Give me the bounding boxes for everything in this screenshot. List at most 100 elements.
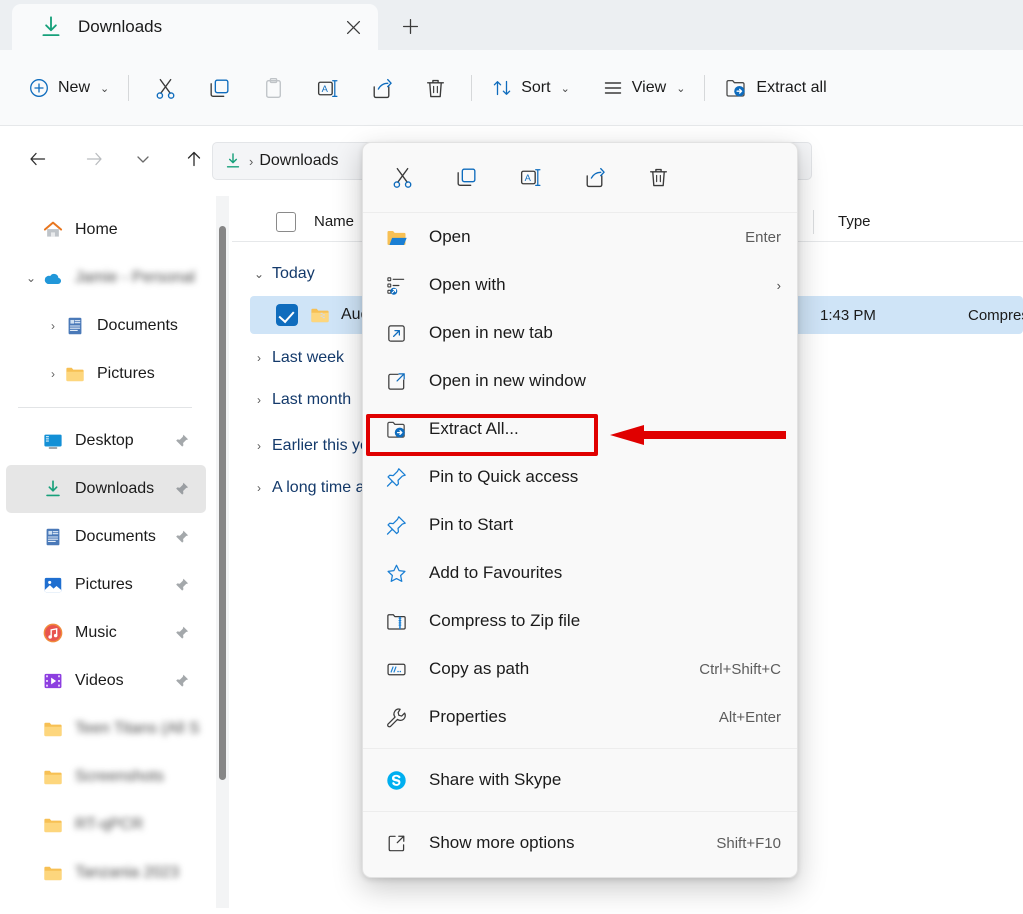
file-type: Compressed (zipped) Folder bbox=[968, 307, 1023, 324]
sidebar-item-label: Pictures bbox=[97, 365, 155, 383]
pictures-icon bbox=[42, 574, 64, 596]
up-button[interactable] bbox=[174, 139, 214, 179]
menu-item-label: Open in new tab bbox=[429, 323, 781, 343]
command-bar: New ⌄ A bbox=[0, 50, 1023, 126]
menu-item-label: Open in new window bbox=[429, 371, 781, 391]
folder-icon bbox=[64, 363, 86, 385]
rename-icon[interactable]: A bbox=[511, 159, 549, 197]
copy-button[interactable] bbox=[192, 66, 246, 110]
menu-item-properties[interactable]: Properties Alt+Enter bbox=[363, 693, 797, 741]
view-button[interactable]: View ⌄ bbox=[592, 66, 696, 110]
menu-item-share-with-skype[interactable]: Share with Skype bbox=[363, 756, 797, 804]
sidebar-item-documents[interactable]: Documents bbox=[6, 513, 206, 561]
menu-item-open-in-new-tab[interactable]: Open in new tab bbox=[363, 309, 797, 357]
row-checkbox[interactable] bbox=[276, 304, 298, 326]
menu-item-open-in-new-window[interactable]: Open in new window bbox=[363, 357, 797, 405]
menu-item-compress-to-zip[interactable]: Compress to Zip file bbox=[363, 597, 797, 645]
menu-item-label: Open bbox=[429, 227, 745, 247]
sidebar-item-folder-2[interactable]: Screenshots bbox=[6, 753, 206, 801]
chevron-right-icon: › bbox=[246, 351, 272, 365]
sidebar-item-downloads[interactable]: Downloads bbox=[6, 465, 206, 513]
breadcrumb-separator: › bbox=[249, 154, 253, 169]
chevron-right-icon: › bbox=[246, 393, 272, 407]
column-label: Type bbox=[838, 213, 871, 230]
folder-open-icon bbox=[383, 224, 409, 250]
sidebar-item-label: Home bbox=[75, 221, 118, 239]
sidebar-item-label: Tanzania 2023 bbox=[75, 864, 179, 882]
cut-icon[interactable] bbox=[383, 159, 421, 197]
group-label: Last month bbox=[272, 391, 351, 409]
share-icon[interactable] bbox=[575, 159, 613, 197]
sidebar-item-onedrive-documents[interactable]: › Documents bbox=[6, 302, 206, 350]
back-button[interactable] bbox=[18, 139, 58, 179]
select-all-checkbox[interactable] bbox=[276, 212, 296, 232]
sidebar-item-label: Music bbox=[75, 624, 117, 642]
share-button[interactable] bbox=[354, 66, 408, 110]
sidebar-item-desktop[interactable]: Desktop bbox=[6, 417, 206, 465]
menu-item-accelerator: Shift+F10 bbox=[716, 835, 781, 852]
group-label: Today bbox=[272, 265, 315, 283]
menu-item-open-with[interactable]: Open with › bbox=[363, 261, 797, 309]
recent-locations-button[interactable] bbox=[126, 139, 160, 179]
folder-icon bbox=[42, 814, 64, 836]
paste-button[interactable] bbox=[246, 66, 300, 110]
sidebar-item-folder-4[interactable]: Tanzania 2023 bbox=[6, 849, 206, 897]
delete-button[interactable] bbox=[408, 66, 462, 110]
sidebar-item-pictures[interactable]: Pictures bbox=[6, 561, 206, 609]
menu-item-label: Open with bbox=[429, 275, 769, 295]
column-header-type[interactable]: Type bbox=[814, 202, 994, 242]
copy-icon[interactable] bbox=[447, 159, 485, 197]
sidebar-item-folder-1[interactable]: Teen Titans (All S bbox=[6, 705, 206, 753]
chevron-down-icon: ⌄ bbox=[246, 267, 272, 281]
sidebar-item-label: Pictures bbox=[75, 576, 133, 594]
sidebar-item-videos[interactable]: Videos bbox=[6, 657, 206, 705]
menu-item-label: Properties bbox=[429, 707, 719, 727]
menu-item-show-more-options[interactable]: Show more options Shift+F10 bbox=[363, 819, 797, 867]
group-header-last-week[interactable]: › Last week bbox=[246, 342, 344, 374]
breadcrumb-downloads[interactable]: Downloads bbox=[259, 152, 338, 170]
pin-icon bbox=[383, 512, 409, 538]
new-button[interactable]: New ⌄ bbox=[18, 66, 119, 110]
pin-icon[interactable] bbox=[174, 577, 190, 593]
chevron-right-icon[interactable]: › bbox=[42, 319, 64, 333]
menu-item-open[interactable]: Open Enter bbox=[363, 213, 797, 261]
rename-button[interactable]: A bbox=[300, 66, 354, 110]
column-label: Name bbox=[314, 213, 354, 230]
pin-icon[interactable] bbox=[174, 673, 190, 689]
pin-icon[interactable] bbox=[174, 529, 190, 545]
pin-icon[interactable] bbox=[174, 481, 190, 497]
extract-all-button[interactable]: Extract all bbox=[714, 66, 836, 110]
chevron-right-icon[interactable]: › bbox=[42, 367, 64, 381]
sidebar-item-folder-3[interactable]: RT-qPCR bbox=[6, 801, 206, 849]
folder-icon bbox=[42, 766, 64, 788]
download-icon bbox=[223, 151, 243, 171]
sidebar-item-onedrive-pictures[interactable]: › Pictures bbox=[6, 350, 206, 398]
close-icon[interactable] bbox=[338, 12, 368, 42]
sidebar-item-music[interactable]: Music bbox=[6, 609, 206, 657]
copy-path-icon bbox=[383, 656, 409, 682]
menu-item-pin-to-quick-access[interactable]: Pin to Quick access bbox=[363, 453, 797, 501]
sidebar-item-onedrive[interactable]: ⌄ Jamie - Personal bbox=[6, 254, 206, 302]
cut-button[interactable] bbox=[138, 66, 192, 110]
group-header-today[interactable]: ⌄ Today bbox=[246, 258, 315, 290]
new-tab-button[interactable] bbox=[392, 8, 428, 44]
delete-icon[interactable] bbox=[639, 159, 677, 197]
sidebar-item-label: Downloads bbox=[75, 480, 154, 498]
extract-all-icon bbox=[383, 416, 409, 442]
menu-item-label: Show more options bbox=[429, 833, 716, 853]
pin-icon[interactable] bbox=[174, 625, 190, 641]
tab-downloads[interactable]: Downloads bbox=[12, 4, 378, 50]
sort-button[interactable]: Sort ⌄ bbox=[481, 66, 580, 110]
menu-item-accelerator: Enter bbox=[745, 229, 781, 246]
menu-item-add-to-favourites[interactable]: Add to Favourites bbox=[363, 549, 797, 597]
sidebar-scrollbar-thumb[interactable] bbox=[219, 226, 226, 780]
group-header-last-month[interactable]: › Last month bbox=[246, 384, 351, 416]
svg-text:A: A bbox=[321, 83, 328, 93]
sidebar-item-home[interactable]: Home bbox=[6, 206, 206, 254]
forward-button[interactable] bbox=[74, 139, 114, 179]
chevron-down-icon[interactable]: ⌄ bbox=[20, 271, 42, 285]
menu-item-pin-to-start[interactable]: Pin to Start bbox=[363, 501, 797, 549]
home-icon bbox=[42, 219, 64, 241]
pin-icon[interactable] bbox=[174, 433, 190, 449]
menu-item-copy-as-path[interactable]: Copy as path Ctrl+Shift+C bbox=[363, 645, 797, 693]
